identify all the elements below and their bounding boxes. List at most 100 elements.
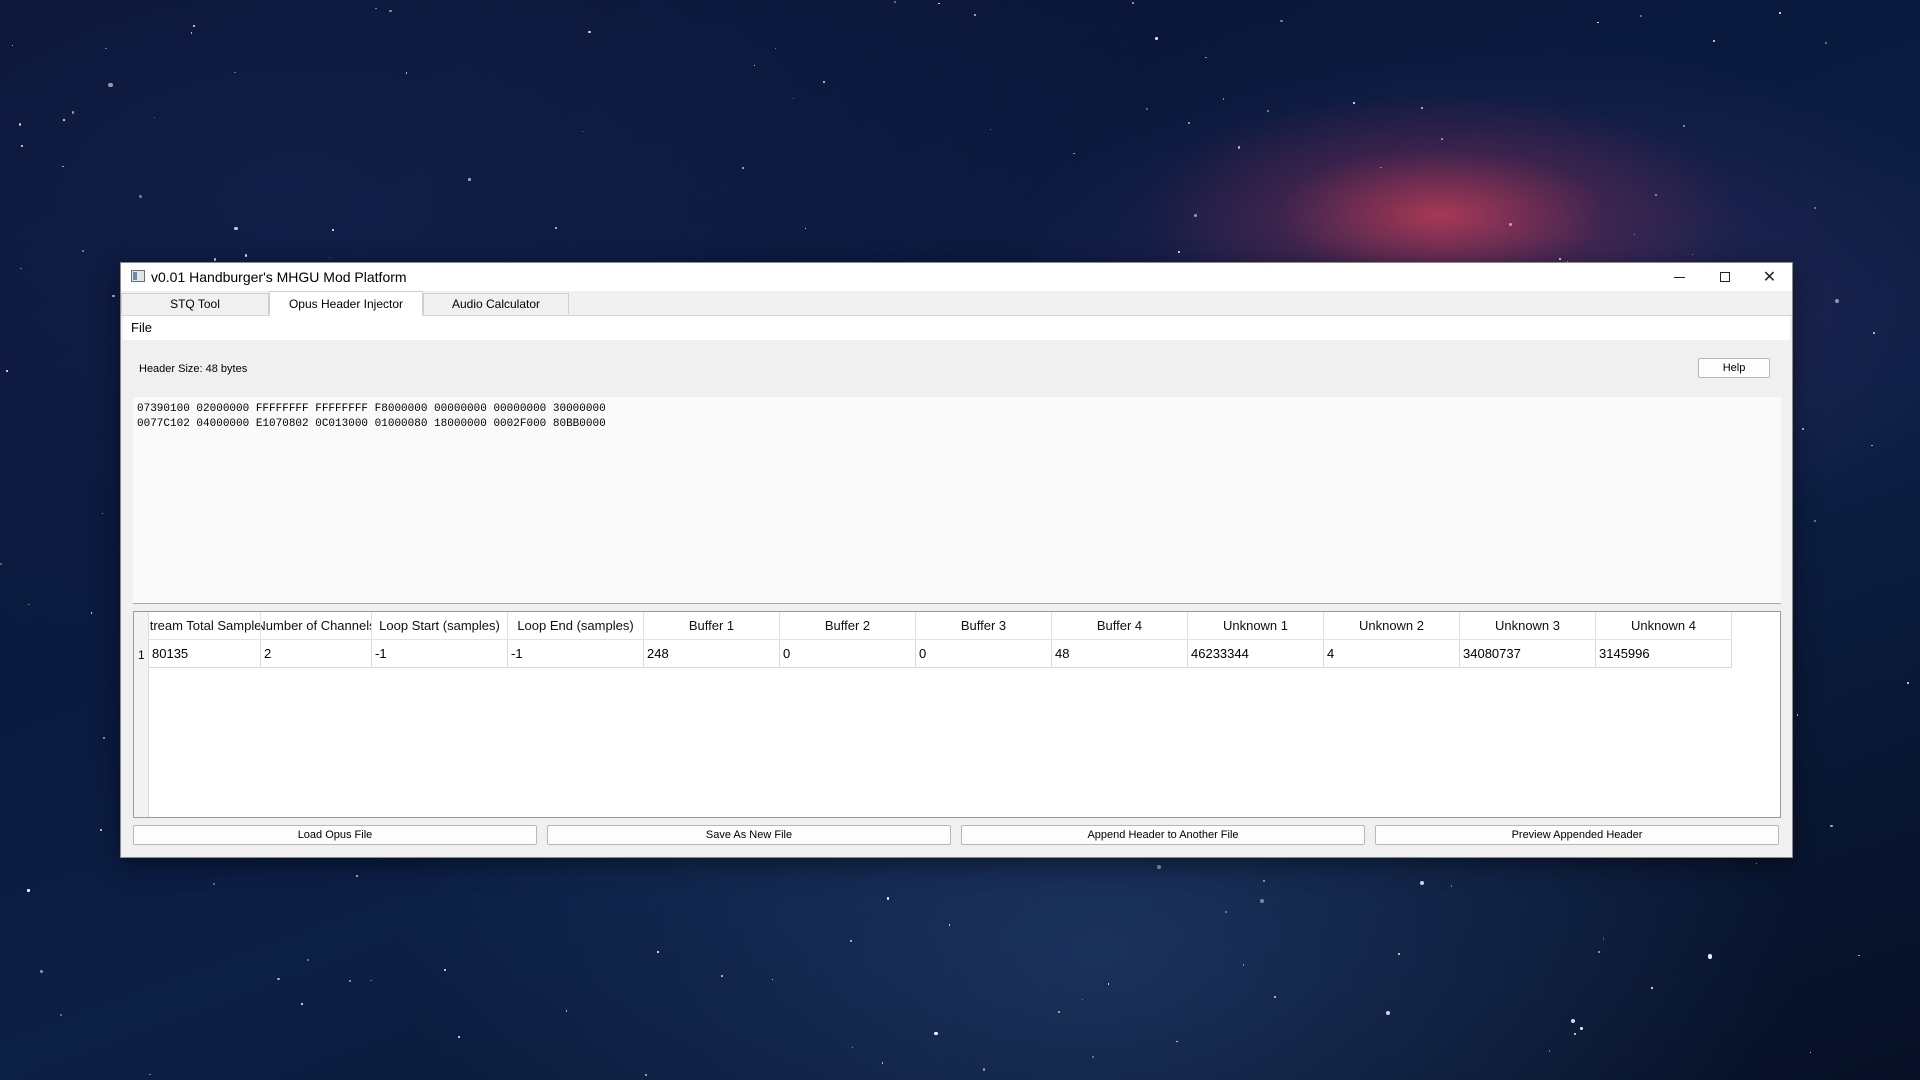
hex-line: 0077C102 04000000 E1070802 0C013000 0100… xyxy=(137,418,606,430)
star xyxy=(355,875,358,878)
hex-text-area[interactable]: 07390100 02000000 FFFFFFFF FFFFFFFF F800… xyxy=(133,397,1781,604)
table-cell[interactable]: 34080737 xyxy=(1460,640,1596,668)
star xyxy=(1131,2,1134,4)
table-cell[interactable]: 3145996 xyxy=(1596,640,1732,668)
star xyxy=(1440,138,1443,140)
tab-opus-header-injector[interactable]: Opus Header Injector xyxy=(269,291,423,316)
star xyxy=(1154,36,1158,40)
star xyxy=(657,951,659,953)
maximize-button[interactable] xyxy=(1702,263,1747,291)
star xyxy=(213,883,216,886)
minimize-button[interactable] xyxy=(1657,263,1702,291)
star xyxy=(27,603,30,606)
star xyxy=(588,30,591,33)
star xyxy=(214,258,217,261)
star xyxy=(771,979,774,981)
star xyxy=(1421,106,1424,109)
column-header[interactable]: Buffer 3 xyxy=(916,612,1052,640)
star xyxy=(349,980,352,983)
star xyxy=(1634,233,1636,235)
tab-bar: STQ Tool Opus Header Injector Audio Calc… xyxy=(121,291,1792,316)
star xyxy=(1809,1051,1812,1054)
help-button[interactable]: Help xyxy=(1698,358,1770,378)
star xyxy=(1223,98,1225,100)
preview-appended-header-button[interactable]: Preview Appended Header xyxy=(1375,825,1779,845)
title-bar[interactable]: v0.01 Handburger's MHGU Mod Platform ✕ xyxy=(121,263,1792,291)
star xyxy=(101,513,104,515)
column-header[interactable]: Unknown 1 xyxy=(1188,612,1324,640)
column-header[interactable]: Buffer 1 xyxy=(644,612,780,640)
star xyxy=(71,111,75,114)
star xyxy=(1242,964,1245,967)
column-header[interactable]: Loop Start (samples) xyxy=(372,612,508,640)
column-header[interactable]: Unknown 3 xyxy=(1460,612,1596,640)
star xyxy=(645,1073,648,1076)
table-grid: Stream Total Samples Number of Channels … xyxy=(149,612,1732,668)
star xyxy=(1708,954,1713,959)
column-header[interactable]: Buffer 4 xyxy=(1052,612,1188,640)
star xyxy=(328,256,331,258)
star xyxy=(1187,121,1190,125)
maximize-icon xyxy=(1719,272,1730,282)
table-cell[interactable]: 4 xyxy=(1324,640,1460,668)
star xyxy=(370,979,372,982)
star xyxy=(1778,12,1781,15)
star xyxy=(938,3,940,5)
star xyxy=(1058,1011,1060,1014)
header-fields-table[interactable]: 1 Stream Total Samples Number of Channel… xyxy=(133,611,1781,818)
table-cell[interactable]: -1 xyxy=(508,640,644,668)
tab-stq-tool[interactable]: STQ Tool xyxy=(121,293,269,314)
star xyxy=(100,829,103,832)
table-cell[interactable]: 80135 xyxy=(149,640,261,668)
star xyxy=(893,1,896,4)
star xyxy=(1756,862,1758,864)
table-cell[interactable]: -1 xyxy=(372,640,508,668)
close-button[interactable]: ✕ xyxy=(1747,263,1792,291)
row-header-column xyxy=(134,612,149,817)
star xyxy=(581,130,584,133)
star xyxy=(823,81,826,84)
table-cell[interactable]: 2 xyxy=(261,640,372,668)
star xyxy=(1796,713,1799,716)
star xyxy=(300,1002,303,1005)
star xyxy=(105,47,107,50)
star xyxy=(18,123,21,126)
load-opus-file-button[interactable]: Load Opus File xyxy=(133,825,537,845)
save-as-new-file-button[interactable]: Save As New File xyxy=(547,825,951,845)
star xyxy=(62,118,65,121)
table-cell[interactable]: 0 xyxy=(916,640,1052,668)
star xyxy=(1571,1018,1576,1023)
row-number[interactable]: 1 xyxy=(138,648,145,662)
star xyxy=(233,71,236,74)
minimize-icon xyxy=(1674,276,1685,278)
column-header[interactable]: Unknown 2 xyxy=(1324,612,1460,640)
star xyxy=(20,267,22,270)
star xyxy=(112,294,115,298)
table-cell[interactable]: 48 xyxy=(1052,640,1188,668)
star xyxy=(1834,298,1839,303)
table-cell[interactable]: 248 xyxy=(644,640,780,668)
star xyxy=(1353,101,1356,104)
table-cell[interactable]: 0 xyxy=(780,640,916,668)
star xyxy=(1450,885,1452,887)
column-header[interactable]: Buffer 2 xyxy=(780,612,916,640)
star xyxy=(1559,258,1561,261)
star xyxy=(1274,996,1276,998)
column-header[interactable]: Number of Channels xyxy=(261,612,372,640)
column-header[interactable]: Loop End (samples) xyxy=(508,612,644,640)
star xyxy=(1193,213,1198,218)
star xyxy=(12,44,14,47)
menu-file[interactable]: File xyxy=(131,320,152,335)
star xyxy=(375,7,377,10)
star xyxy=(1871,444,1873,446)
column-header[interactable]: Unknown 4 xyxy=(1596,612,1732,640)
star xyxy=(974,14,976,16)
star xyxy=(1640,15,1642,17)
star xyxy=(457,1035,461,1039)
star xyxy=(1386,1011,1391,1016)
star xyxy=(989,128,991,130)
tab-audio-calculator[interactable]: Audio Calculator xyxy=(423,293,569,314)
column-header[interactable]: Stream Total Samples xyxy=(149,612,261,640)
append-header-button[interactable]: Append Header to Another File xyxy=(961,825,1365,845)
table-cell[interactable]: 46233344 xyxy=(1188,640,1324,668)
